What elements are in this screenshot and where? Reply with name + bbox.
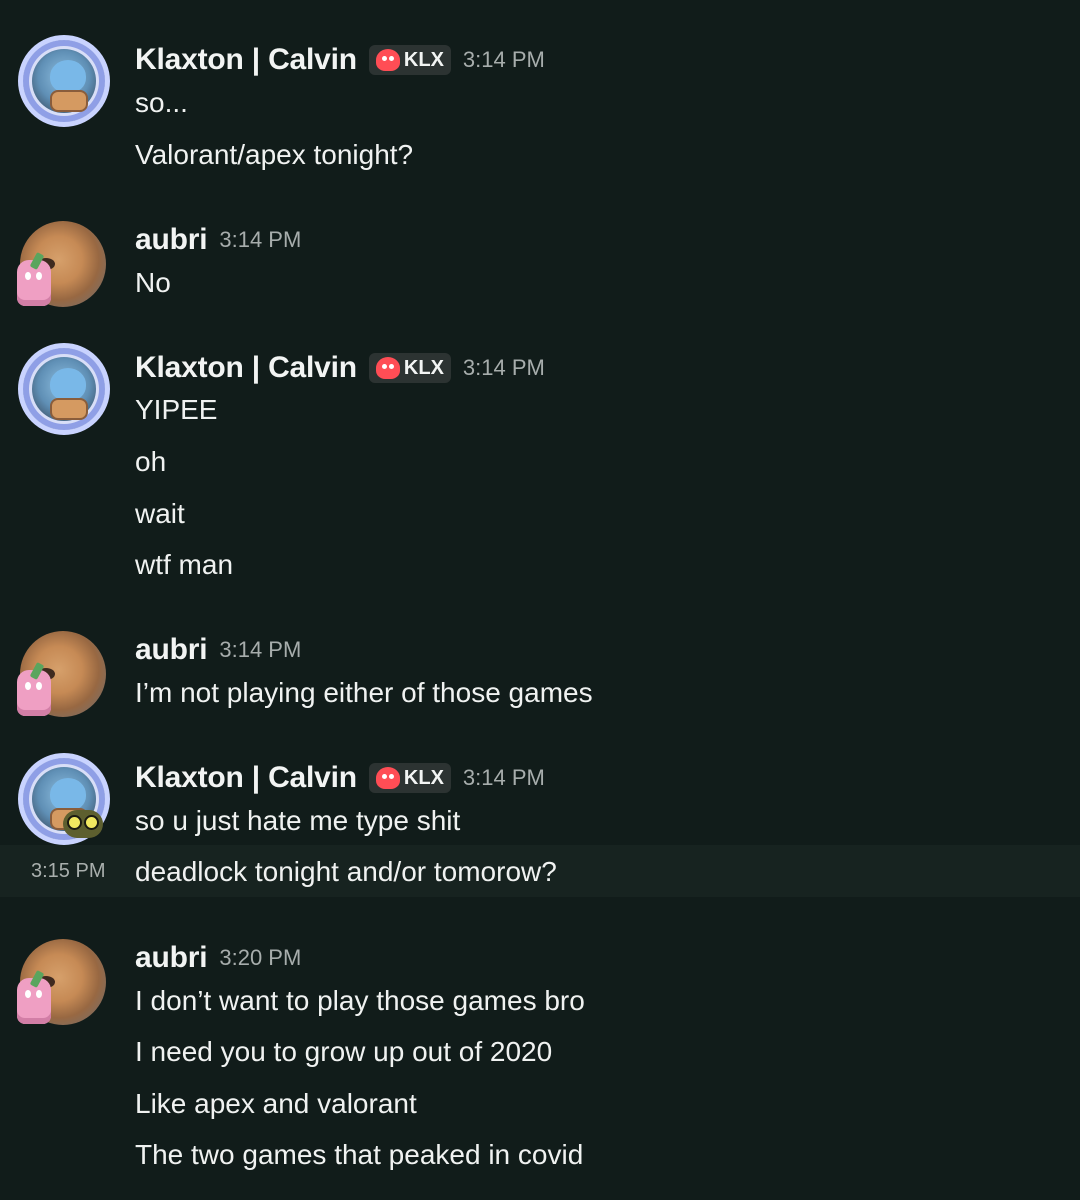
username[interactable]: aubri	[135, 633, 208, 667]
message-text: so u just hate me type shit	[135, 805, 461, 836]
message-timestamp[interactable]: 3:14 PM	[219, 227, 301, 253]
message-timestamp[interactable]: 3:20 PM	[219, 945, 301, 971]
username[interactable]: Klaxton | Calvin	[135, 43, 357, 77]
username[interactable]: aubri	[135, 941, 208, 975]
shell-icon	[50, 90, 88, 112]
message-text: wait	[135, 498, 185, 529]
message-header: Klaxton | Calvin KLX 3:14 PM	[135, 760, 545, 796]
role-badge[interactable]: KLX	[368, 763, 451, 793]
message-header: Klaxton | Calvin KLX 3:14 PM	[135, 42, 545, 78]
blue-creature-avatar-icon	[50, 778, 86, 811]
message-timestamp[interactable]: 3:14 PM	[463, 47, 545, 73]
message-text: No	[135, 267, 171, 298]
chat-message-list: Klaxton | Calvin KLX 3:14 PM so... Valor…	[0, 0, 1080, 1200]
message-header: aubri 3:14 PM	[135, 632, 301, 668]
message-header: aubri 3:20 PM	[135, 940, 301, 976]
username[interactable]: Klaxton | Calvin	[135, 761, 357, 795]
message-text: I need you to grow up out of 2020	[135, 1036, 553, 1067]
message-text: The two games that peaked in covid	[135, 1139, 584, 1170]
pink-bunny-decoration-icon	[17, 670, 51, 716]
message-text: Valorant/apex tonight?	[135, 139, 414, 170]
message-text: deadlock tonight and/or tomorow?	[135, 856, 557, 887]
shell-icon	[50, 398, 88, 420]
role-badge[interactable]: KLX	[368, 45, 451, 75]
message-header: Klaxton | Calvin KLX 3:14 PM	[135, 350, 545, 386]
calvin-avatar[interactable]	[18, 753, 110, 845]
message-text: Like apex and valorant	[135, 1088, 417, 1119]
message-text: oh	[135, 446, 167, 477]
role-badge[interactable]: KLX	[368, 353, 451, 383]
yellow-eyes-decoration-icon	[63, 810, 103, 838]
message-text: I don’t want to play those games bro	[135, 985, 585, 1016]
message-text: so...	[135, 87, 188, 118]
message-text: I’m not playing either of those games	[135, 677, 593, 708]
hover-timestamp[interactable]: 3:15 PM	[31, 860, 105, 883]
badge-label: KLX	[403, 356, 444, 379]
calvin-avatar[interactable]	[18, 35, 110, 127]
message-timestamp[interactable]: 3:14 PM	[463, 765, 545, 791]
message-text: wtf man	[135, 549, 234, 580]
skull-icon	[375, 49, 400, 71]
message-header: aubri 3:14 PM	[135, 222, 301, 258]
username[interactable]: Klaxton | Calvin	[135, 351, 357, 385]
calvin-avatar[interactable]	[18, 343, 110, 435]
message-text: YIPEE	[135, 394, 218, 425]
skull-icon	[375, 767, 400, 789]
pink-bunny-decoration-icon	[17, 978, 51, 1024]
badge-label: KLX	[403, 48, 444, 71]
skull-icon	[375, 357, 400, 379]
message-timestamp[interactable]: 3:14 PM	[463, 355, 545, 381]
username[interactable]: aubri	[135, 223, 208, 257]
badge-label: KLX	[403, 766, 444, 789]
blue-creature-avatar-icon	[50, 368, 86, 401]
pink-bunny-decoration-icon	[17, 260, 51, 306]
blue-creature-avatar-icon	[50, 60, 86, 93]
message-timestamp[interactable]: 3:14 PM	[219, 637, 301, 663]
